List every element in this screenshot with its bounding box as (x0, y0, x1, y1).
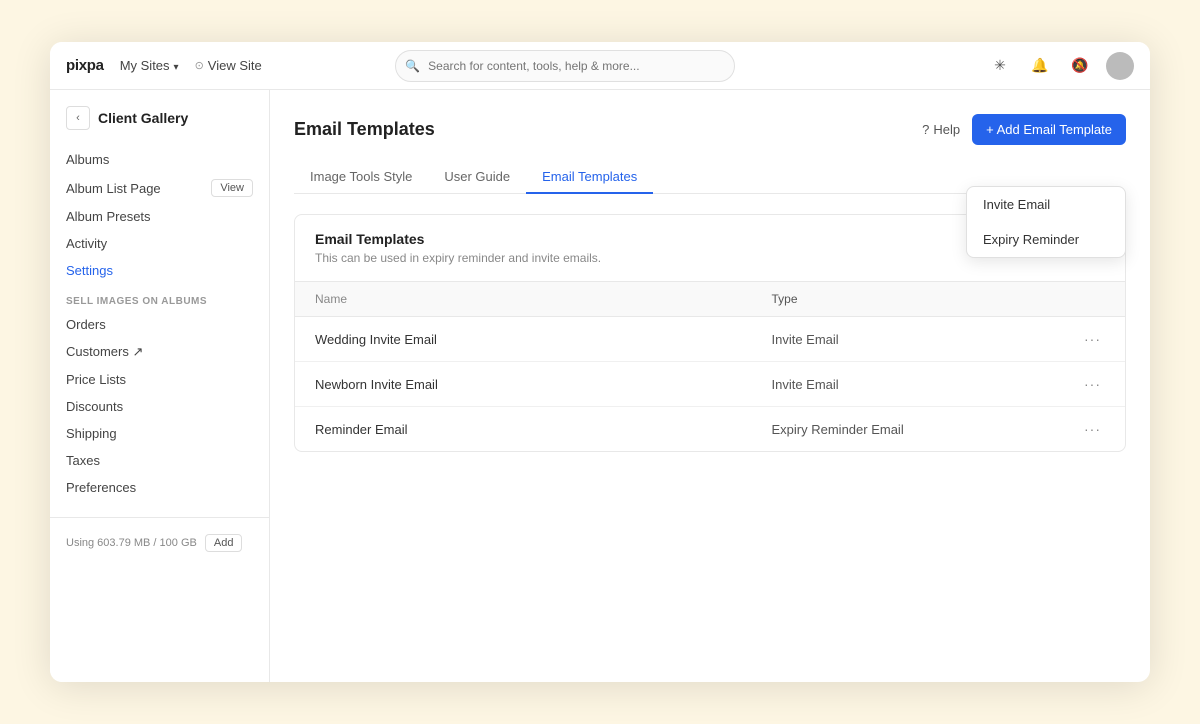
sidebar-item-albums[interactable]: Albums (50, 146, 269, 173)
row-actions-2: ··· (1042, 407, 1125, 452)
sidebar-item-settings[interactable]: Settings (50, 257, 269, 284)
user-avatar[interactable] (1106, 52, 1134, 80)
row-name-2: Reminder Email (295, 407, 752, 452)
row-actions-0: ··· (1042, 317, 1125, 362)
table-row: Newborn Invite Email Invite Email ··· (295, 362, 1125, 407)
sidebar-item-customers[interactable]: Customers ↗ (50, 338, 269, 366)
sidebar-title: Client Gallery (98, 110, 188, 126)
album-list-page-view-button[interactable]: View (211, 179, 253, 197)
sidebar-item-album-presets[interactable]: Album Presets (50, 203, 269, 230)
table-header-actions (1042, 282, 1125, 317)
sidebar-header: ‹ Client Gallery (50, 106, 269, 146)
table-row: Wedding Invite Email Invite Email ··· (295, 317, 1125, 362)
dropdown-item-invite-email[interactable]: Invite Email (967, 187, 1125, 222)
storage-info: Using 603.79 MB / 100 GB (66, 537, 197, 549)
my-sites-chevron (174, 58, 179, 73)
tab-email-templates[interactable]: Email Templates (526, 161, 653, 194)
sidebar-footer: Using 603.79 MB / 100 GB Add (50, 517, 269, 568)
add-email-template-button[interactable]: + Add Email Template (972, 114, 1126, 145)
search-icon: 🔍 (405, 59, 420, 73)
main-layout: ‹ Client Gallery Albums Album List Page … (50, 90, 1150, 682)
sidebar-item-discounts[interactable]: Discounts (50, 393, 269, 420)
search-input[interactable] (395, 50, 735, 82)
topbar: pixpa My Sites ⊙ View Site 🔍 ✳ 🔔 🔕 (50, 42, 1150, 90)
sidebar-item-preferences[interactable]: Preferences (50, 474, 269, 501)
sidebar-item-album-list-page[interactable]: Album List Page View (50, 173, 269, 203)
tab-image-tools-style[interactable]: Image Tools Style (294, 161, 428, 194)
tab-user-guide[interactable]: User Guide (428, 161, 526, 194)
row-type-1: Invite Email (752, 362, 1043, 407)
sidebar: ‹ Client Gallery Albums Album List Page … (50, 90, 270, 682)
row-type-0: Invite Email (752, 317, 1043, 362)
table-header-row: Name Type (295, 282, 1125, 317)
table-header-name: Name (295, 282, 752, 317)
sidebar-item-taxes[interactable]: Taxes (50, 447, 269, 474)
topbar-right: ✳ 🔔 🔕 (986, 52, 1134, 80)
table-header-type: Type (752, 282, 1043, 317)
app-window: pixpa My Sites ⊙ View Site 🔍 ✳ 🔔 🔕 ‹ Cli… (50, 42, 1150, 682)
email-templates-table: Name Type Wedding Invite Email Invite Em… (295, 282, 1125, 451)
row-more-button-0[interactable]: ··· (1080, 329, 1105, 349)
dropdown-item-expiry-reminder[interactable]: Expiry Reminder (967, 222, 1125, 257)
sidebar-item-orders[interactable]: Orders (50, 311, 269, 338)
row-actions-1: ··· (1042, 362, 1125, 407)
content-header-actions: ? Help + Add Email Template (922, 114, 1126, 145)
view-site-button[interactable]: ⊙ View Site (195, 58, 262, 73)
sidebar-back-button[interactable]: ‹ (66, 106, 90, 130)
row-type-2: Expiry Reminder Email (752, 407, 1043, 452)
sidebar-item-activity[interactable]: Activity (50, 230, 269, 257)
logo: pixpa (66, 57, 104, 74)
help-circle-icon: ? (922, 122, 929, 137)
search-container: 🔍 (395, 50, 735, 82)
notification-bell-icon[interactable]: 🔔 (1026, 52, 1054, 80)
content-header: Email Templates ? Help + Add Email Templ… (294, 114, 1126, 145)
row-more-button-2[interactable]: ··· (1080, 419, 1105, 439)
star-icon[interactable]: ✳ (986, 52, 1014, 80)
add-template-dropdown: Invite Email Expiry Reminder (966, 186, 1126, 258)
row-name-0: Wedding Invite Email (295, 317, 752, 362)
sidebar-item-shipping[interactable]: Shipping (50, 420, 269, 447)
table-row: Reminder Email Expiry Reminder Email ··· (295, 407, 1125, 452)
sidebar-item-price-lists[interactable]: Price Lists (50, 366, 269, 393)
add-storage-button[interactable]: Add (205, 534, 243, 552)
help-button[interactable]: ? Help (922, 122, 960, 137)
sidebar-section-label: SELL IMAGES ON ALBUMS (50, 284, 269, 311)
row-more-button-1[interactable]: ··· (1080, 374, 1105, 394)
alert-icon[interactable]: 🔕 (1066, 52, 1094, 80)
my-sites-menu[interactable]: My Sites (120, 58, 179, 73)
row-name-1: Newborn Invite Email (295, 362, 752, 407)
page-title: Email Templates (294, 119, 435, 140)
content-area: Email Templates ? Help + Add Email Templ… (270, 90, 1150, 682)
